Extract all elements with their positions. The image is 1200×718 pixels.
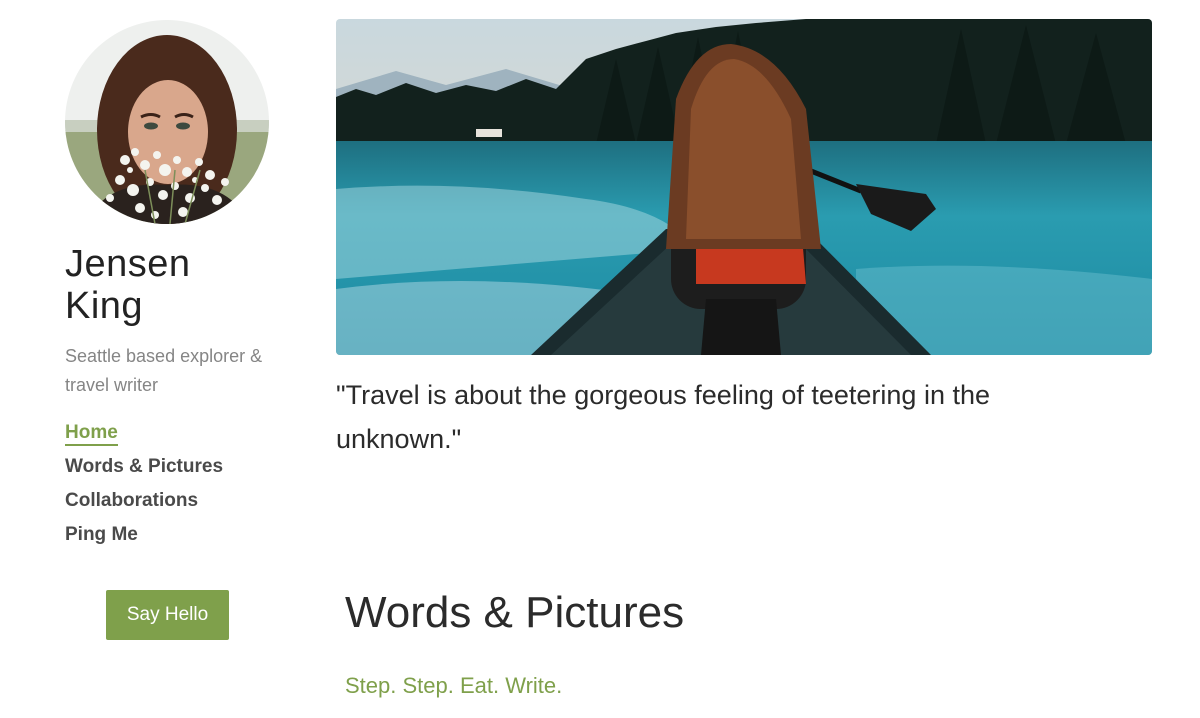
sidebar: Jensen King Seattle based explorer & tra… xyxy=(0,0,300,718)
nav-link-words-pictures[interactable]: Words & Pictures xyxy=(65,456,223,478)
hero-quote: "Travel is about the gorgeous feeling of… xyxy=(336,380,990,454)
section-title: Words & Pictures xyxy=(345,588,685,637)
nav-link-collaborations[interactable]: Collaborations xyxy=(65,490,198,512)
profile-tagline: Seattle based explorer & travel writer xyxy=(65,346,263,395)
say-hello-button[interactable]: Say Hello xyxy=(106,590,229,640)
main-nav: Home Words & Pictures Collaborations Pin… xyxy=(65,420,223,556)
nav-link-home[interactable]: Home xyxy=(65,422,118,446)
avatar-image xyxy=(65,20,269,224)
nav-item-collaborations: Collaborations xyxy=(65,488,223,522)
nav-item-home: Home xyxy=(65,420,223,454)
nav-link-ping-me[interactable]: Ping Me xyxy=(65,524,138,546)
hero-image xyxy=(336,19,1152,355)
section-subtitle: Step. Step. Eat. Write. xyxy=(345,673,563,698)
nav-item-ping-me: Ping Me xyxy=(65,522,223,556)
hero-photo xyxy=(336,19,1152,355)
nav-item-words-pictures: Words & Pictures xyxy=(65,454,223,488)
profile-name: Jensen King xyxy=(65,243,191,327)
avatar xyxy=(65,20,269,224)
page: Jensen King Seattle based explorer & tra… xyxy=(0,0,1200,718)
